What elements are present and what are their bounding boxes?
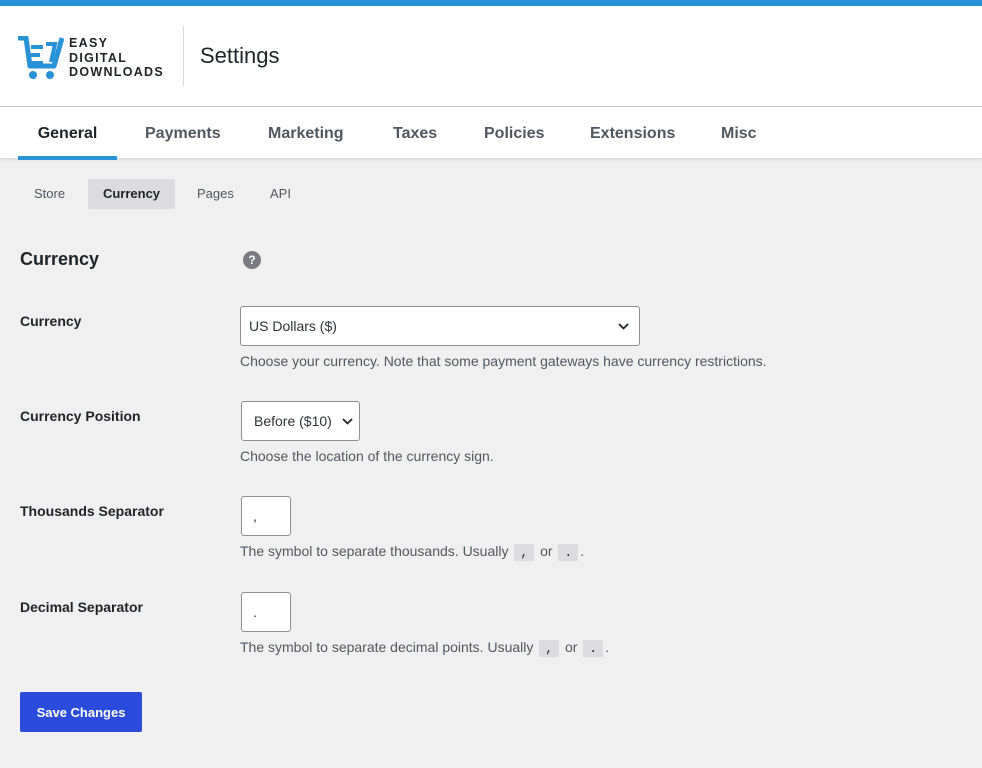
currency-description: Choose your currency. Note that some pay… [240, 353, 767, 369]
decimal-description-text: The symbol to separate decimal points. U… [240, 639, 534, 655]
decimal-separator-description: The symbol to separate decimal points. U… [240, 639, 609, 657]
comma-code: , [514, 544, 535, 561]
brand-line-1: EASY [69, 36, 109, 51]
chevron-down-icon [342, 418, 353, 425]
currency-select[interactable]: US Dollars ($) [240, 306, 640, 346]
or-text: or [564, 639, 578, 655]
currency-position-label: Currency Position [20, 408, 141, 424]
header-divider [183, 26, 184, 86]
chevron-down-icon [618, 323, 629, 330]
currency-position-select[interactable]: Before ($10) [241, 401, 360, 441]
subtab-store[interactable]: Store [20, 179, 79, 209]
comma-code: , [539, 640, 560, 657]
tab-misc[interactable]: Misc [721, 107, 757, 160]
thousands-separator-description: The symbol to separate thousands. Usuall… [240, 543, 585, 561]
tab-taxes[interactable]: Taxes [393, 107, 437, 160]
thousands-separator-label: Thousands Separator [20, 503, 164, 519]
page-header: EASY DIGITAL DOWNLOADS Settings [0, 6, 982, 107]
subtab-api[interactable]: API [256, 179, 305, 209]
page-title: Settings [200, 43, 280, 68]
tab-extensions[interactable]: Extensions [590, 107, 675, 160]
currency-position-description: Choose the location of the currency sign… [240, 448, 494, 464]
period-code: . [583, 640, 604, 657]
currency-select-value: US Dollars ($) [249, 318, 337, 334]
tab-general[interactable]: General [18, 107, 117, 160]
tab-policies[interactable]: Policies [484, 107, 544, 160]
brand-wordmark: EASY DIGITAL DOWNLOADS [69, 36, 164, 80]
thousands-description-text: The symbol to separate thousands. Usuall… [240, 543, 509, 559]
brand-logo[interactable]: EASY DIGITAL DOWNLOADS [18, 36, 164, 80]
tab-payments[interactable]: Payments [145, 107, 221, 160]
subtab-currency[interactable]: Currency [88, 179, 175, 209]
thousands-separator-input[interactable]: , [241, 496, 291, 536]
main-tabs: General Payments Marketing Taxes Policie… [0, 107, 982, 160]
decimal-separator-input[interactable]: . [241, 592, 291, 632]
section-title: Currency [20, 249, 100, 269]
period-code: . [558, 544, 579, 561]
subtab-pages[interactable]: Pages [183, 179, 248, 209]
tab-marketing[interactable]: Marketing [268, 107, 344, 160]
sentence-period: . [605, 639, 609, 655]
currency-label: Currency [20, 313, 82, 329]
currency-position-value: Before ($10) [254, 413, 332, 429]
cart-logo-icon [18, 36, 64, 79]
sentence-period: . [580, 543, 585, 559]
or-text: or [540, 543, 553, 559]
decimal-separator-label: Decimal Separator [20, 599, 143, 615]
save-changes-button[interactable]: Save Changes [20, 692, 142, 732]
brand-line-3: DOWNLOADS [69, 65, 165, 80]
brand-line-2: DIGITAL [69, 50, 128, 65]
help-icon[interactable]: ? [243, 251, 261, 269]
